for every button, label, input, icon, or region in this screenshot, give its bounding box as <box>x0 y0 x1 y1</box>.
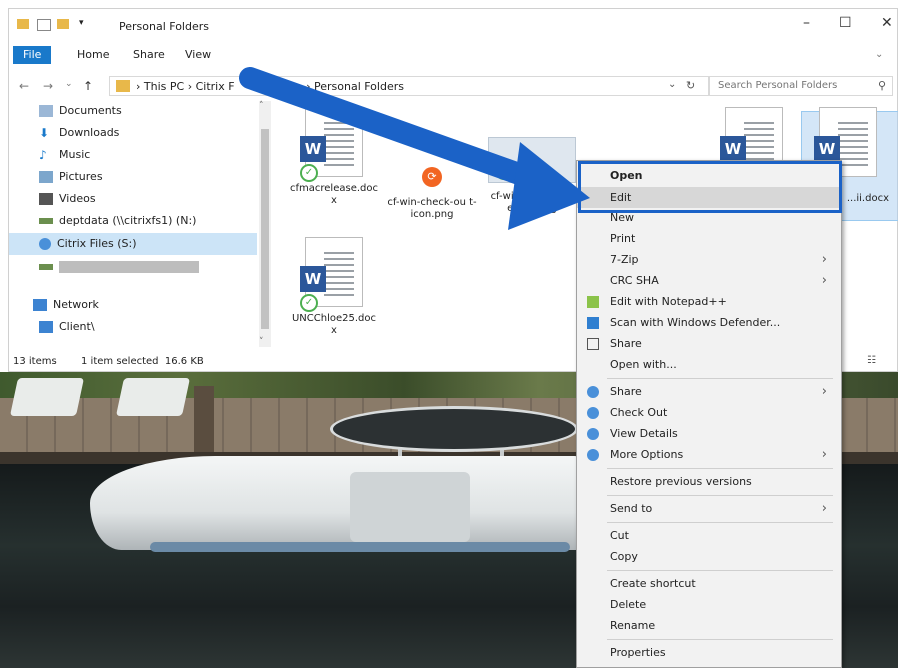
annotation-arrow-icon <box>239 67 590 230</box>
